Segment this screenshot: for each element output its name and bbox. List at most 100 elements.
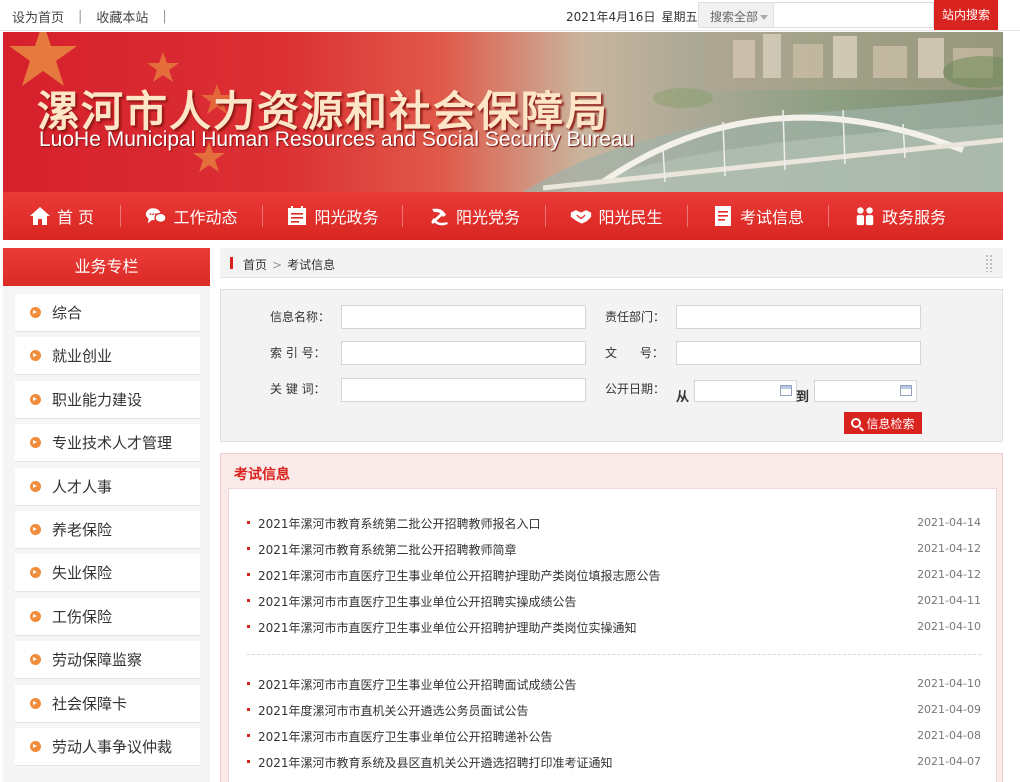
nav-label: 阳光政务 [314, 208, 379, 227]
bullet-icon [247, 625, 250, 628]
nav-label: 首 页 [56, 208, 95, 227]
search-scope-select[interactable]: 搜索全部 [698, 2, 774, 28]
list-item[interactable]: 2021年漯河市市直医疗卫生事业单位公开招聘面试成绩公告 2021-04-10 [247, 675, 981, 693]
sidebar-item-unemployment[interactable]: 失业保险 [15, 554, 200, 593]
bullet-icon [247, 599, 250, 602]
sidebar-item-employment[interactable]: 就业创业 [15, 337, 200, 376]
search-icon [851, 418, 862, 428]
bullet-icon [247, 734, 250, 737]
list-item[interactable]: 2021年漯河市市直医疗卫生事业单位公开招聘护理助产类岗位实操通知 2021-04… [247, 618, 981, 636]
sidebar-item-vocational-skills[interactable]: 职业能力建设 [15, 380, 200, 419]
divider: | [162, 9, 167, 24]
bullet-icon [247, 760, 250, 763]
arrow-bullet-icon [30, 610, 41, 622]
bullet-icon [247, 573, 250, 576]
breadcrumb-home-link[interactable]: 首页 [243, 258, 267, 272]
bullet-icon [247, 682, 250, 685]
info-search-button[interactable]: 信息检索 [844, 412, 922, 434]
doc-number-input[interactable] [676, 341, 921, 365]
sidebar-item-pension[interactable]: 养老保险 [15, 510, 200, 549]
arrow-bullet-icon [30, 523, 41, 535]
nav-exam-info[interactable]: 考试信息 [688, 192, 828, 240]
list-divider [247, 654, 981, 655]
bullet-icon [247, 708, 250, 711]
nav-livelihood[interactable]: 阳光民生 [546, 192, 687, 240]
arrow-bullet-icon [30, 307, 41, 318]
weekday: 星期五 [661, 10, 698, 24]
index-number-input[interactable] [341, 341, 586, 365]
calendar-icon[interactable] [900, 385, 912, 396]
sidebar-item-injury-insurance[interactable]: 工伤保险 [15, 597, 200, 636]
site-search-input[interactable] [774, 2, 934, 28]
site-search-button[interactable]: 站内搜索 [934, 0, 998, 30]
arrow-bullet-icon [30, 437, 41, 449]
info-name-label: 信息名称： [270, 310, 331, 324]
date-to-label: 到 [796, 390, 810, 405]
nav-work-news[interactable]: 工作动态 [121, 192, 262, 240]
breadcrumb-current: 考试信息 [287, 258, 336, 272]
sidebar-item-professional-talent[interactable]: 专业技术人才管理 [15, 424, 200, 463]
list-item[interactable]: 2021年度漯河市市直机关公开遴选公务员面试公告 2021-04-09 [247, 701, 981, 719]
grip-icon [985, 254, 993, 272]
arrow-bullet-icon [30, 740, 41, 752]
nav-label: 阳光民生 [598, 208, 663, 227]
nav-label: 政务服务 [881, 208, 946, 227]
nav-label: 阳光党务 [455, 208, 520, 227]
sidebar-item-labor-inspection[interactable]: 劳动保障监察 [15, 641, 200, 680]
top-bar: 设为首页 | 收藏本站 | 2021年4月16日 星期五 搜索全部 站内搜索 [0, 0, 1020, 31]
info-search-form: 信息名称： 责任部门： 索 引 号： 文 号： 关 键 词： 公开日期： 从 到… [220, 289, 1003, 442]
sidebar-item-general[interactable]: 综合 [15, 294, 200, 332]
bookmark-link[interactable]: 收藏本站 [96, 7, 148, 26]
doc-number-label: 文 号： [605, 346, 664, 360]
chevron-right-icon: > [272, 258, 283, 272]
set-home-link[interactable]: 设为首页 [12, 7, 64, 26]
arrow-bullet-icon [30, 393, 41, 405]
sidebar-list: 综合 就业创业 职业能力建设 专业技术人才管理 人才人事 养老保险 失业保险 工… [3, 286, 210, 782]
exam-icon [712, 205, 734, 227]
date-from-label: 从 [676, 390, 690, 405]
nav-gov-services[interactable]: 政务服务 [829, 192, 971, 240]
bullet-icon [247, 547, 250, 550]
list-item[interactable]: 2021年漯河市教育系统第二批公开招聘教师报名入口 2021-04-14 [247, 514, 981, 532]
nav-home[interactable]: 首 页 [3, 192, 120, 240]
nav-label: 工作动态 [173, 208, 238, 227]
dept-input[interactable] [676, 305, 921, 329]
list-item[interactable]: 2021年漯河市市直医疗卫生事业单位公开招聘实操成绩公告 2021-04-11 [247, 592, 981, 610]
nav-open-government[interactable]: 阳光政务 [263, 192, 402, 240]
party-emblem-icon [428, 205, 450, 227]
header-banner: 漯河市人力资源和社会保障局 LuoHe Municipal Human Reso… [3, 32, 1003, 192]
list-item[interactable]: 2021年漯河市教育系统第二批公开招聘教师简章 2021-04-12 [247, 540, 981, 558]
breadcrumb: 首页 > 考试信息 [220, 248, 1003, 278]
main-nav: 首 页 工作动态 阳光政务 阳光党务 阳光民生 考试信息 政务服务 [3, 192, 1003, 240]
exam-info-list: 2021年漯河市教育系统第二批公开招聘教师报名入口 2021-04-14 2021… [228, 488, 997, 782]
chat-icon [145, 205, 168, 227]
home-icon [29, 205, 51, 227]
divider: | [78, 9, 83, 24]
arrow-bullet-icon [30, 654, 41, 666]
arrow-bullet-icon [30, 697, 41, 709]
sidebar-item-arbitration[interactable]: 劳动人事争议仲裁 [15, 727, 200, 766]
nav-label: 考试信息 [739, 208, 804, 227]
keyword-label: 关 键 词： [270, 382, 326, 396]
sidebar-item-social-security-card[interactable]: 社会保障卡 [15, 684, 200, 723]
sidebar-item-personnel[interactable]: 人才人事 [15, 467, 200, 506]
nav-party-affairs[interactable]: 阳光党务 [403, 192, 545, 240]
exam-info-panel: 考试信息 2021年漯河市教育系统第二批公开招聘教师报名入口 2021-04-14… [220, 453, 1003, 782]
bullet-icon [247, 521, 250, 524]
document-icon [286, 205, 308, 227]
sidebar-heading: 业务专栏 [3, 248, 210, 286]
info-name-input[interactable] [341, 305, 586, 329]
keyword-input[interactable] [341, 378, 586, 402]
dropdown-arrow-icon [760, 15, 769, 20]
site-subtitle: LuoHe Municipal Human Resources and Soci… [39, 128, 635, 151]
arrow-bullet-icon [30, 350, 41, 362]
arrow-bullet-icon [30, 480, 41, 492]
list-item[interactable]: 2021年漯河市市直医疗卫生事业单位公开招聘护理助产类岗位填报志愿公告 2021-… [247, 566, 981, 584]
arrow-bullet-icon [30, 567, 41, 579]
people-icon [854, 205, 876, 227]
calendar-icon[interactable] [780, 385, 792, 396]
current-date: 2021年4月16日 星期五 [566, 10, 698, 24]
list-item[interactable]: 2021年漯河市市直医疗卫生事业单位公开招聘递补公告 2021-04-08 [247, 727, 981, 745]
breadcrumb-marker [230, 257, 233, 269]
list-item[interactable]: 2021年漯河市教育系统及县区直机关公开遴选招聘打印准考证通知 2021-04-0… [247, 753, 981, 771]
